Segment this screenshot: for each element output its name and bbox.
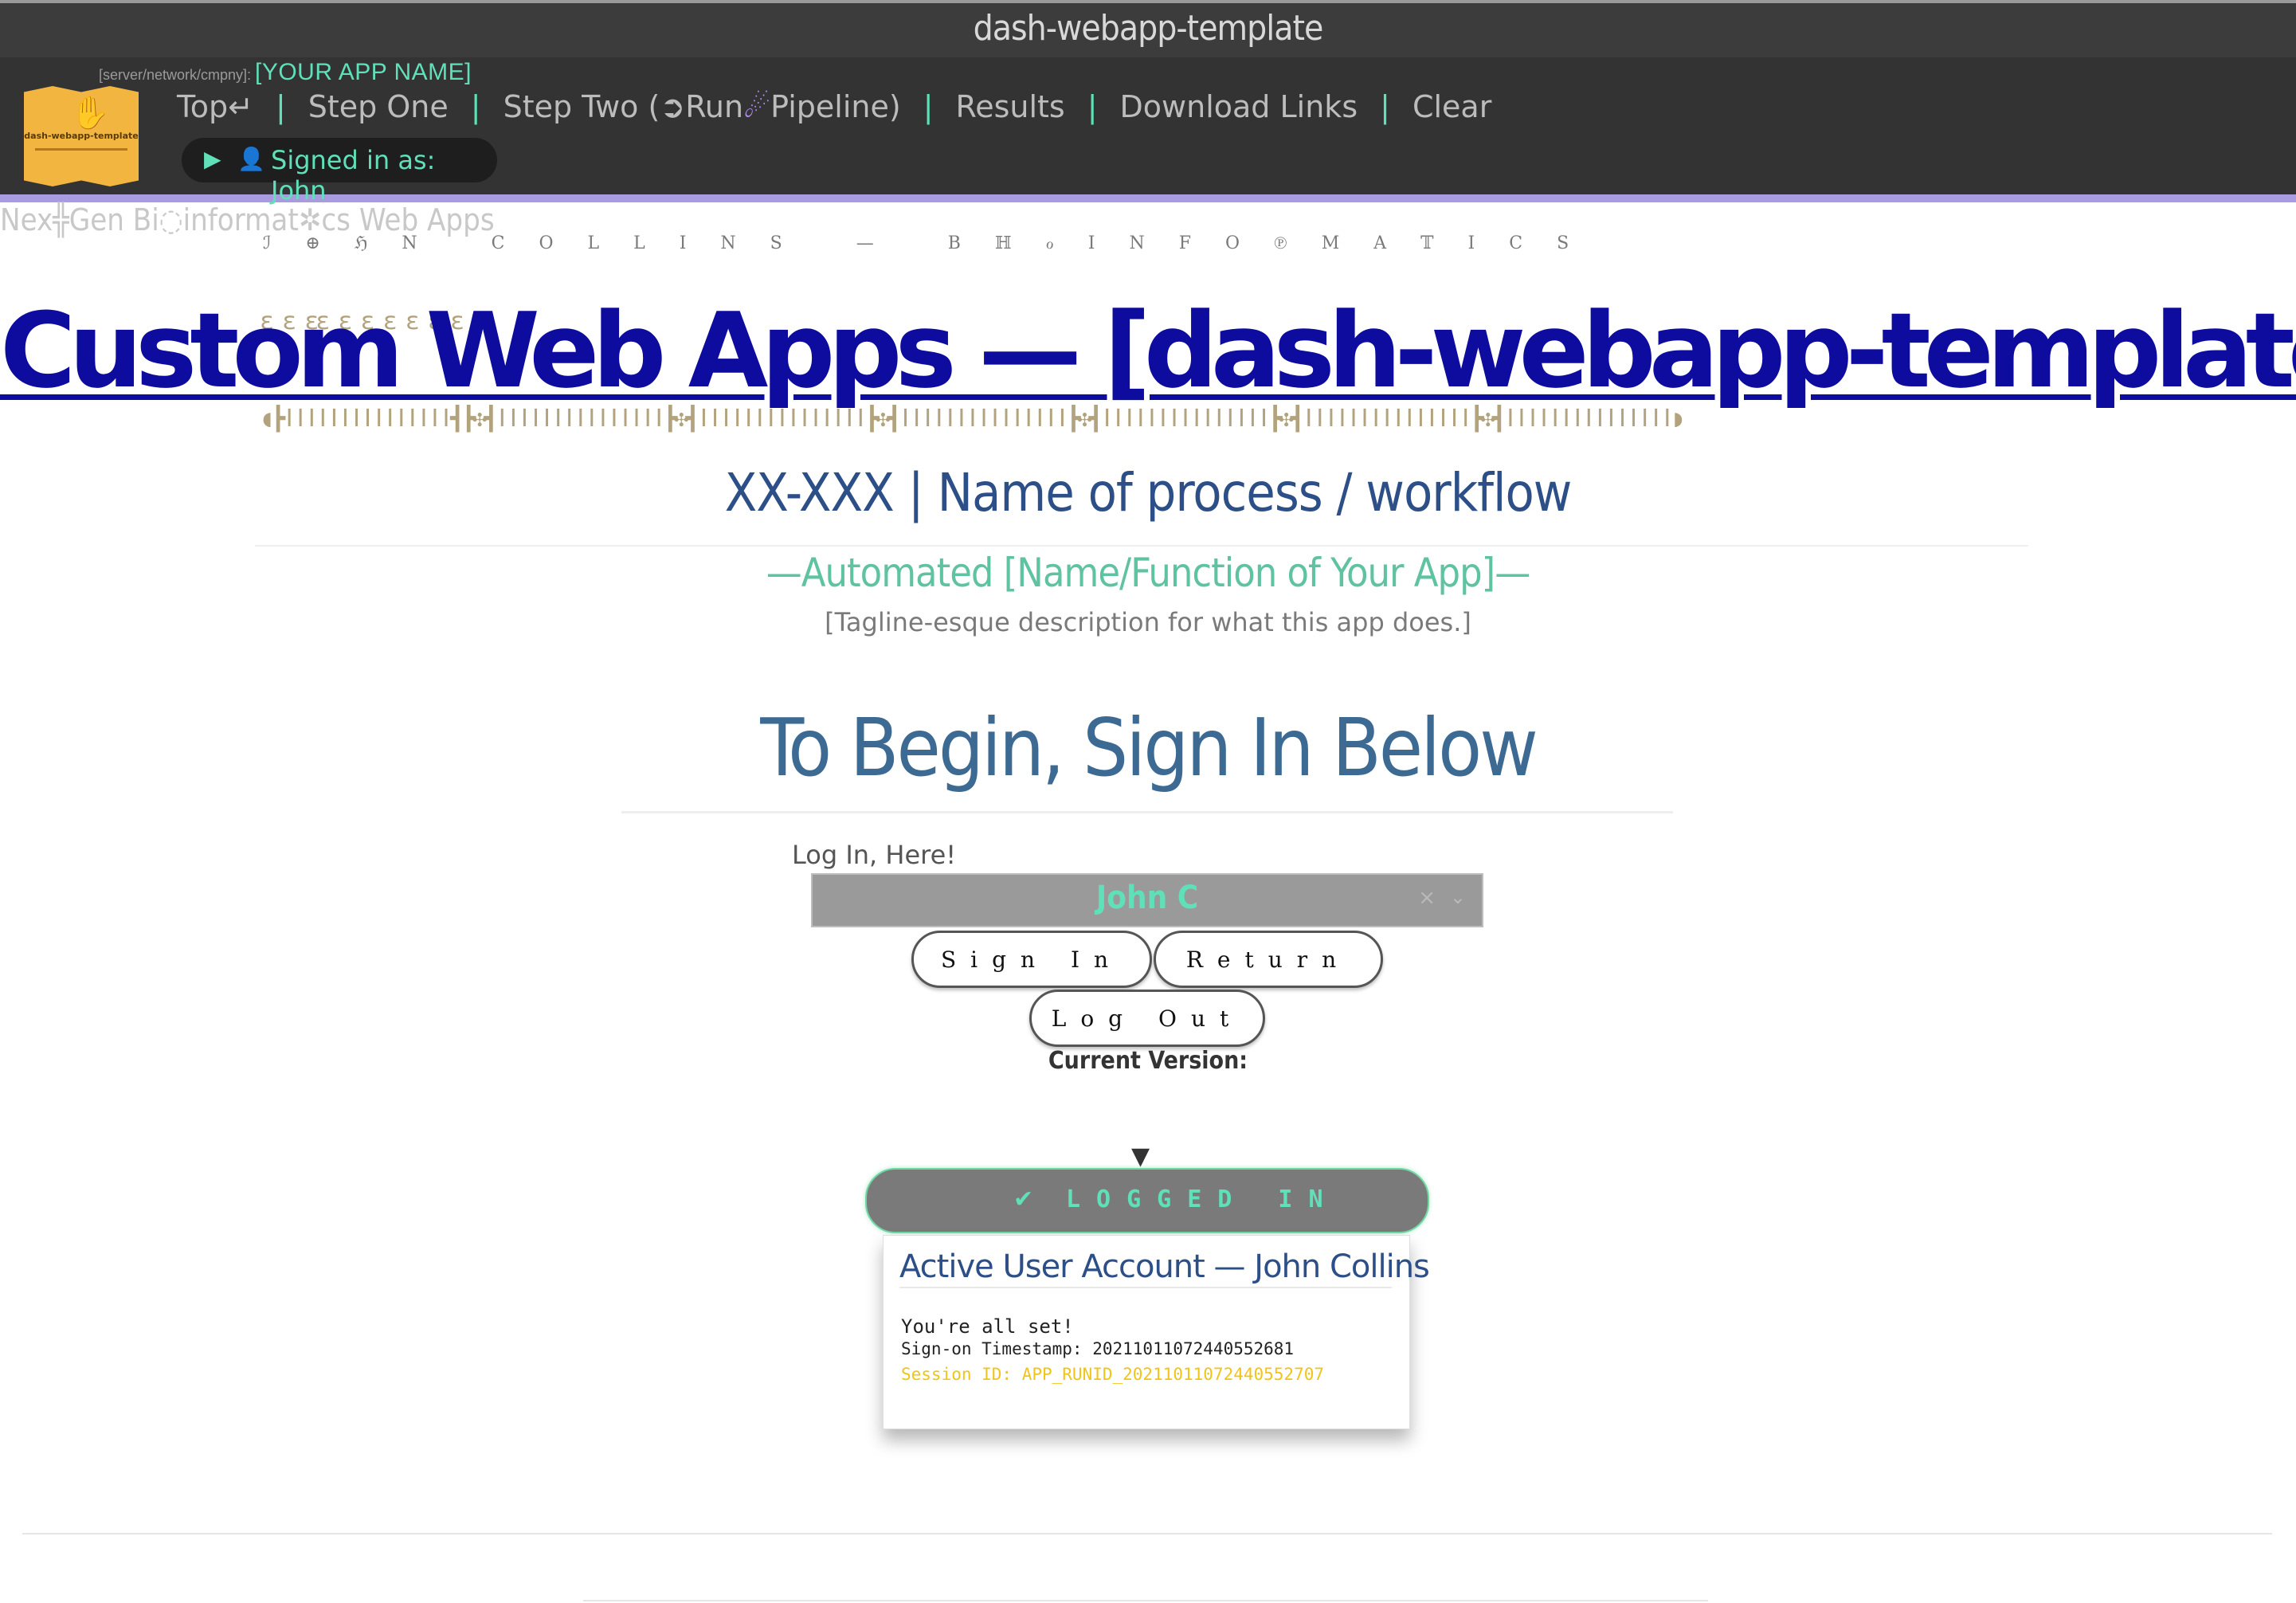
current-version-label: Current Version:: [1048, 1047, 1248, 1075]
app-logo[interactable]: ✋ dash-webapp-template: [24, 86, 139, 186]
divider: [583, 1600, 1708, 1601]
logo-text: dash-webapp-template: [24, 131, 139, 141]
app-function-heading: —Automated [Name/Function of Your App]—: [766, 550, 1530, 596]
nav-link-step-two[interactable]: Step Two (➲Run☄Pipeline): [503, 89, 901, 124]
account-card: Active User Account — John Collins You'r…: [883, 1235, 1430, 1429]
app-name[interactable]: [YOUR APP NAME]: [255, 59, 472, 86]
run-arrow-icon: ➲: [660, 89, 686, 124]
logo-tagline-bar: [35, 148, 127, 151]
check-icon: ✔: [1013, 1186, 1034, 1213]
spaced-subtitle: ℐ⊕ℌN COLLINS — BℍℴINFO℗MA𝕋ICS: [263, 233, 1604, 253]
nav-separator: |: [1087, 89, 1098, 124]
sign-in-button[interactable]: Sign In: [911, 931, 1152, 988]
nav-links: Top↵ | Step One | Step Two (➲Run☄Pipeline) | R…: [177, 89, 1491, 124]
tagline: [Tagline-esque description for what this…: [825, 607, 1471, 637]
logged-in-status-button[interactable]: ✔ LOGGED IN: [865, 1168, 1429, 1233]
return-button[interactable]: Return: [1154, 931, 1383, 988]
signed-in-badge[interactable]: ▶ 👤 Signed in as: John: [182, 138, 497, 206]
dna-icon: ☄: [743, 89, 771, 124]
app-navbar: ✋ dash-webapp-template [server/network/c…: [0, 57, 2296, 206]
step-two-suffix: Pipeline): [770, 89, 901, 124]
sign-in-heading: To Begin, Sign In Below: [760, 701, 1538, 794]
nav-separator: |: [275, 89, 286, 124]
step-two-prefix: Step Two (: [503, 89, 660, 124]
nav-separator: |: [1380, 89, 1390, 124]
caret-down-icon[interactable]: ▼: [1131, 1142, 1150, 1170]
window-titlebar: dash-webapp-template: [0, 0, 2296, 57]
nav-separator: |: [470, 89, 481, 124]
hand-logo-icon: ✋: [70, 95, 110, 131]
log-out-button[interactable]: Log Out: [1029, 990, 1265, 1047]
logged-in-text: LOGGED IN: [1066, 1186, 1339, 1213]
chevron-down-icon[interactable]: ⌄: [1450, 886, 1466, 908]
selected-user: John C: [1095, 880, 1199, 916]
session-id: Session ID: APP_RUNID_202110110724405527…: [901, 1365, 1325, 1384]
signed-in-text: Signed in as: John: [271, 145, 436, 206]
clear-selection-icon[interactable]: ×: [1418, 886, 1436, 910]
divider: [22, 1533, 2272, 1534]
nav-link-step-one[interactable]: Step One: [308, 89, 449, 124]
user-icon: 👤: [237, 146, 265, 172]
nav-link-top[interactable]: Top↵: [177, 89, 253, 124]
divider: [255, 545, 2028, 547]
main-title-link[interactable]: Custom Web Apps — [dash-webapp-template]: [0, 290, 2296, 411]
process-title: XX-XXX | Name of process / workflow: [724, 462, 1573, 523]
server-label: [server/network/cmpny]:: [99, 67, 252, 83]
step-two-run: Run: [685, 89, 744, 124]
account-title: Active User Account — John Collins: [899, 1248, 1430, 1288]
nav-link-results[interactable]: Results: [956, 89, 1065, 124]
user-select-dropdown[interactable]: John C × ⌄: [811, 873, 1483, 927]
divider: [621, 811, 1673, 813]
nav-link-download-links[interactable]: Download Links: [1120, 89, 1358, 124]
play-icon: ▶: [204, 146, 221, 172]
all-set-message: You're all set!: [901, 1315, 1074, 1338]
login-label: Log In, Here!: [792, 840, 957, 870]
window-title: dash-webapp-template: [973, 8, 1324, 49]
nav-link-clear[interactable]: Clear: [1412, 89, 1491, 124]
nav-separator: |: [923, 89, 934, 124]
sign-on-timestamp: Sign-on Timestamp: 20211011072440552681: [901, 1339, 1295, 1358]
ornament-bottom: ◖┣ǀǀǀǀǀǀǀǀǀǀǀǀǀǀǀ┫┣✣┫ǀǀǀǀǀǀǀǀǀǀǀǀǀǀǀ┣✣┫ǀ…: [260, 405, 1686, 433]
